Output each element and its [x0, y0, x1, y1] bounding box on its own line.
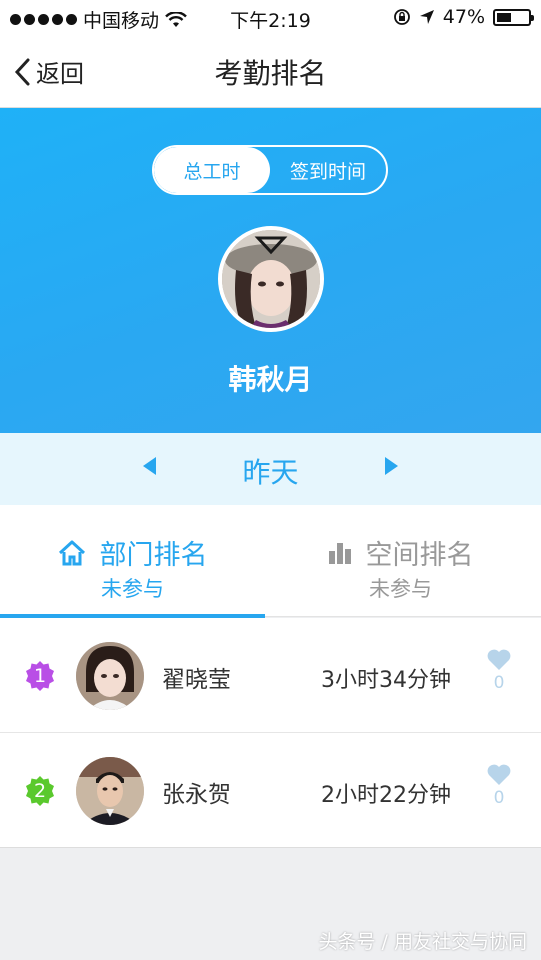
avatar[interactable] [218, 226, 324, 332]
member-name: 张永贺 [162, 782, 231, 808]
battery-icon [493, 8, 534, 26]
like-count: 0 [493, 673, 505, 693]
rank-number: 1 [33, 665, 47, 687]
next-day-button[interactable] [385, 457, 398, 475]
user-photo [76, 757, 144, 825]
segment-checkin-time[interactable]: 签到时间 [270, 147, 386, 193]
profile-header: 总工时 签到时间 韩秋月 [0, 108, 541, 433]
rank-badge: 2 [24, 775, 56, 807]
tab-department-label: 部门排名 [99, 540, 208, 571]
rotation-lock-icon [393, 9, 410, 25]
page-title: 考勤排名 [214, 57, 327, 90]
tab-space-label: 空间排名 [365, 540, 474, 571]
list-item[interactable]: 2 张永贺 2小时22分钟 0 [0, 733, 541, 848]
rank-number: 2 [33, 780, 47, 802]
tab-department-header: 部门排名 [0, 533, 265, 572]
avatar[interactable] [76, 642, 144, 710]
segment-total-hours[interactable]: 总工时 [154, 147, 270, 193]
work-duration: 2小时22分钟 [321, 783, 451, 808]
like-button[interactable]: 0 [485, 648, 513, 693]
tab-department-ranking[interactable]: 部门排名 未参与 [0, 505, 265, 618]
list-item[interactable]: 1 翟晓莹 3小时34分钟 0 [0, 618, 541, 733]
date-label: 昨天 [242, 456, 299, 489]
rank-badge: 1 [24, 660, 56, 692]
date-navigator: 昨天 [0, 433, 541, 505]
work-duration: 3小时34分钟 [321, 668, 451, 693]
ranking-list: 1 翟晓莹 3小时34分钟 0 2 张永贺 2小时22分钟 0 [0, 618, 541, 848]
heart-icon [487, 649, 511, 670]
metric-segmented-control: 总工时 签到时间 [152, 145, 388, 195]
battery-percent: 47% [442, 6, 485, 28]
tab-department-status: 未参与 [101, 577, 164, 601]
navigation-bar: 返回 考勤排名 [0, 36, 541, 108]
status-right: 47% [393, 6, 534, 28]
member-name: 翟晓莹 [162, 667, 231, 693]
ranking-tabs: 部门排名 未参与 空间排名 未参与 [0, 505, 541, 618]
watermark: 头条号 / 用友社交与协同 [318, 931, 527, 953]
like-button[interactable]: 0 [485, 763, 513, 808]
profile-name: 韩秋月 [228, 363, 313, 396]
user-photo [222, 230, 320, 328]
user-photo [76, 642, 144, 710]
tab-space-header: 空间排名 [268, 533, 533, 572]
tab-space-ranking[interactable]: 空间排名 未参与 [268, 505, 533, 617]
location-arrow-icon [419, 10, 434, 24]
tab-space-status: 未参与 [369, 577, 432, 601]
avatar[interactable] [76, 757, 144, 825]
heart-icon [487, 764, 511, 785]
like-count: 0 [493, 788, 505, 808]
status-bar: 中国移动 下午2:19 47% [0, 0, 541, 36]
home-icon [58, 540, 85, 565]
building-icon [328, 542, 351, 564]
